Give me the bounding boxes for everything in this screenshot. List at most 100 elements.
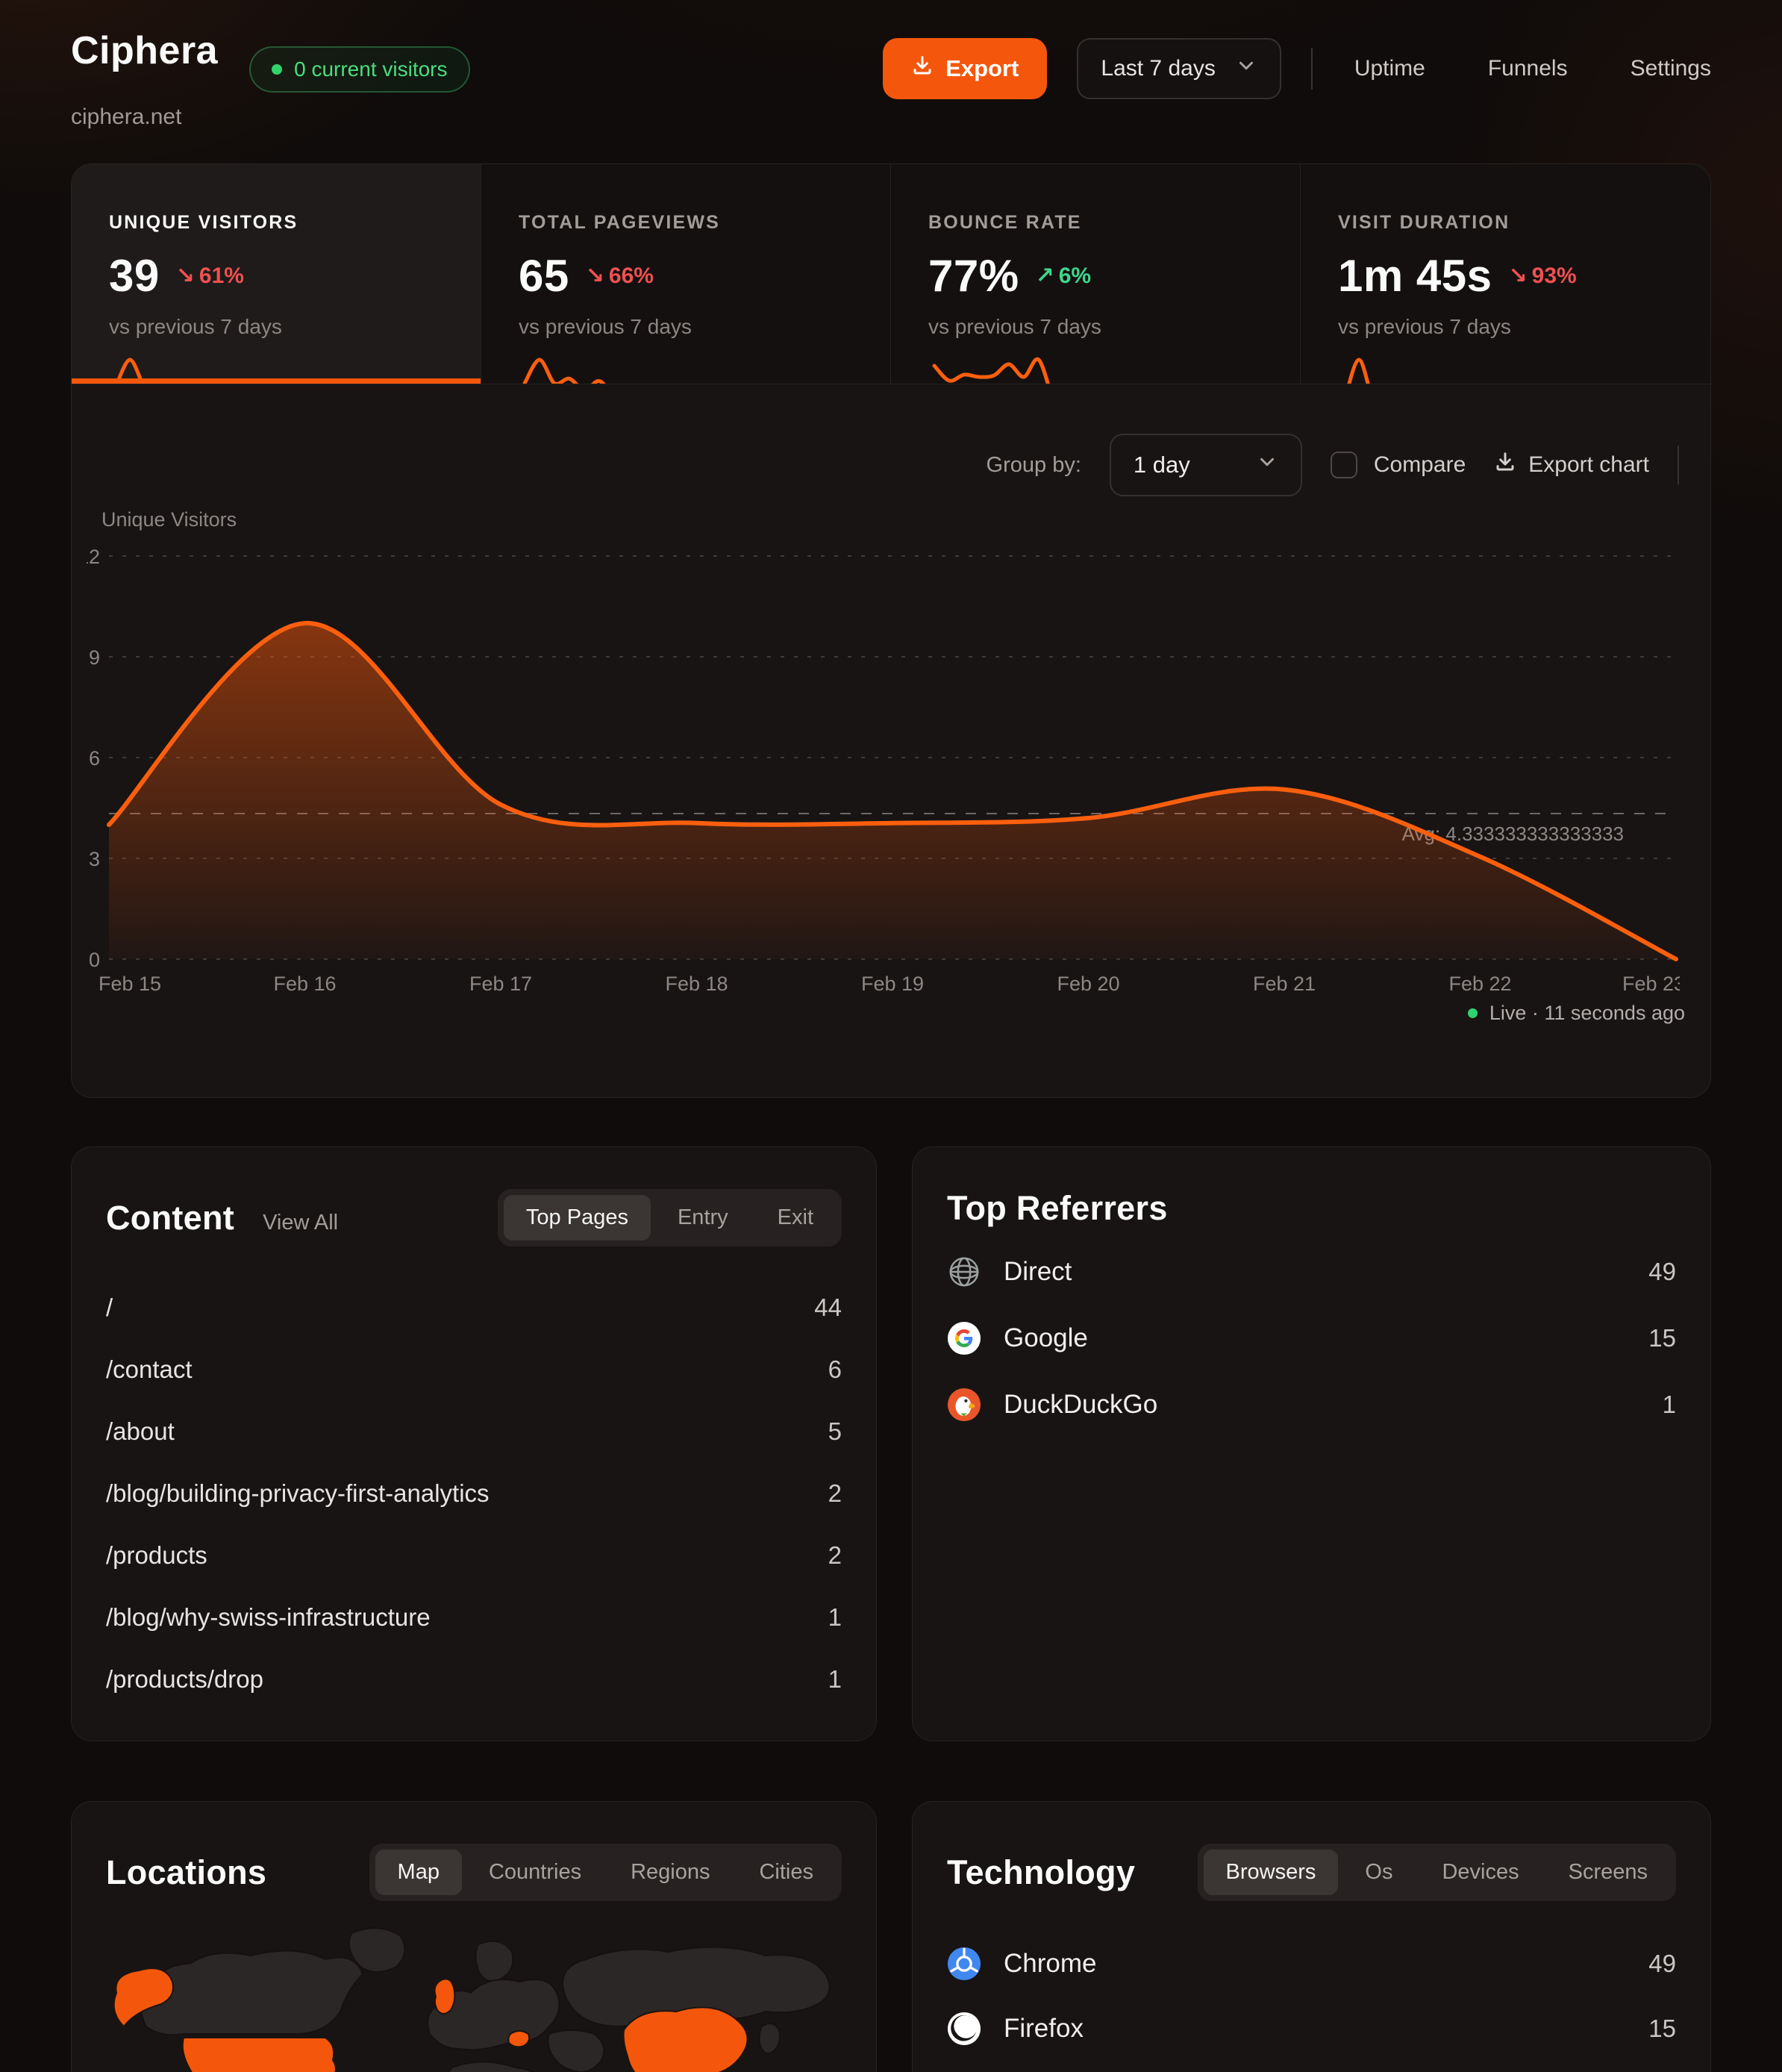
page-count: 2 [828,1541,842,1570]
nav-funnels[interactable]: Funnels [1488,56,1568,81]
date-range-select[interactable]: Last 7 days [1077,38,1281,99]
stat-subtext: vs previous 7 days [109,315,481,339]
stat-label: TOTAL PAGEVIEWS [519,212,890,234]
svg-text:Feb 15: Feb 15 [99,973,161,995]
referrer-name: Direct [1004,1257,1648,1287]
page-path[interactable]: /blog/why-swiss-infrastructure [106,1603,431,1632]
stat-card-bounce-rate[interactable]: BOUNCE RATE 77% ↗6% vs previous 7 days [891,164,1301,384]
svg-text:Feb 22: Feb 22 [1448,973,1511,995]
referrers-panel: Top Referrers Direct 49 Google 15 DuckDu… [912,1146,1711,1741]
compare-checkbox[interactable] [1331,452,1357,478]
technology-rows: Chrome 49 Firefox 15 [913,1931,1710,2072]
tab-locations-regions[interactable]: Regions [608,1850,732,1895]
content-tabs: Top PagesEntryExit [498,1189,842,1246]
page-count: 6 [828,1355,842,1384]
google-icon [947,1321,981,1355]
svg-text:Feb 20: Feb 20 [1057,973,1119,995]
svg-text:Feb 17: Feb 17 [469,973,532,995]
svg-text:Feb 21: Feb 21 [1253,973,1316,995]
green-dot-icon [272,64,282,75]
site-title: Ciphera [71,27,218,75]
svg-text:0: 0 [89,949,100,971]
tab-technology-os[interactable]: Os [1342,1850,1415,1895]
stats-row: UNIQUE VISITORS 39 ↘61% vs previous 7 da… [72,164,1710,384]
tab-technology-browsers[interactable]: Browsers [1204,1850,1339,1895]
stat-label: BOUNCE RATE [928,212,1300,234]
page-path[interactable]: / [106,1294,113,1322]
controls-divider [1678,446,1679,484]
stat-delta: ↘93% [1509,263,1577,289]
content-title: Content [106,1199,234,1238]
page-path[interactable]: /about [106,1417,175,1446]
trend-arrow-icon: ↘ [176,263,195,289]
stat-delta: ↗6% [1036,263,1092,289]
referrer-count: 15 [1648,1324,1676,1352]
svg-text:12: 12 [87,546,100,568]
stat-subtext: vs previous 7 days [1338,315,1710,339]
content-row[interactable]: /blog/building-privacy-first-analytics 2 [106,1462,842,1524]
content-row[interactable]: /blog/why-swiss-infrastructure 1 [106,1586,842,1648]
export-chart-button[interactable]: Export chart [1494,451,1649,479]
stat-value: 39 [109,250,160,302]
stat-value: 65 [519,250,569,302]
technology-row[interactable] [947,2061,1676,2072]
stat-label: UNIQUE VISITORS [109,212,481,234]
referrer-row[interactable]: DuckDuckGo 1 [947,1371,1676,1438]
live-status: Live · 11 seconds ago [72,1002,1710,1025]
tab-content-exit[interactable]: Exit [755,1195,836,1241]
page-path[interactable]: /contact [106,1355,193,1384]
tab-content-entry[interactable]: Entry [655,1195,751,1241]
tab-content-top-pages[interactable]: Top Pages [504,1195,651,1241]
group-by-label: Group by: [987,453,1081,478]
tab-technology-screens[interactable]: Screens [1546,1850,1670,1895]
content-panel: Content View All Top PagesEntryExit / 44… [71,1146,877,1741]
content-row[interactable]: /contact 6 [106,1338,842,1400]
group-by-select[interactable]: 1 day [1110,434,1302,496]
stat-card-total-pageviews[interactable]: TOTAL PAGEVIEWS 65 ↘66% vs previous 7 da… [481,164,891,384]
analytics-dashboard: Ciphera 0 current visitors ciphera.net E… [0,0,1782,2072]
stat-card-unique-visitors[interactable]: UNIQUE VISITORS 39 ↘61% vs previous 7 da… [72,164,481,384]
stat-label: VISIT DURATION [1338,212,1710,234]
compare-toggle[interactable]: Compare [1331,452,1466,478]
tab-locations-map[interactable]: Map [375,1850,462,1895]
stat-delta: ↘66% [586,263,654,289]
page-path[interactable]: /blog/building-privacy-first-analytics [106,1479,490,1508]
page-path[interactable]: /products/drop [106,1665,263,1694]
chart-controls: Group by: 1 day Compare Export chart [72,434,1710,496]
referrer-count: 49 [1648,1258,1676,1286]
stat-card-visit-duration[interactable]: VISIT DURATION 1m 45s ↘93% vs previous 7… [1301,164,1710,384]
content-row[interactable]: /products 2 [106,1524,842,1586]
referrer-row[interactable]: Google 15 [947,1305,1676,1371]
nav-uptime[interactable]: Uptime [1354,56,1425,81]
technology-row[interactable]: Chrome 49 [947,1931,1676,1996]
live-dot-icon [1468,1008,1478,1018]
stat-sparkline [928,351,1060,384]
referrer-name: Google [1004,1323,1648,1353]
referrer-count: 1 [1663,1391,1676,1419]
download-icon [911,54,934,83]
content-row[interactable]: /about 5 [106,1400,842,1462]
content-row[interactable]: /products/drop 1 [106,1648,842,1710]
tab-technology-devices[interactable]: Devices [1419,1850,1541,1895]
view-all-link[interactable]: View All [263,1211,338,1235]
locations-panel: Locations MapCountriesRegionsCities [71,1801,877,2072]
firefox-icon [947,2012,981,2046]
main-chart-panel: UNIQUE VISITORS 39 ↘61% vs previous 7 da… [71,163,1711,1098]
header-divider [1311,48,1313,90]
page-count: 1 [828,1603,842,1632]
area-chart: Unique Visitors 036912Avg: 4.33333333333… [87,504,1680,996]
tab-locations-cities[interactable]: Cities [737,1850,836,1895]
content-row[interactable]: / 44 [106,1276,842,1338]
world-map[interactable] [101,1922,848,2072]
page-path[interactable]: /products [106,1541,207,1570]
duckduckgo-icon [947,1388,981,1422]
page-count: 5 [828,1417,842,1446]
technology-row[interactable]: Firefox 15 [947,1996,1676,2061]
technology-panel: Technology BrowsersOsDevicesScreens Chro… [912,1801,1711,2072]
nav-settings[interactable]: Settings [1631,56,1711,81]
export-button[interactable]: Export [883,38,1047,99]
referrer-row[interactable]: Direct 49 [947,1238,1676,1305]
tab-locations-countries[interactable]: Countries [466,1850,604,1895]
stat-value: 77% [928,250,1019,302]
trend-arrow-icon: ↗ [1036,263,1054,289]
